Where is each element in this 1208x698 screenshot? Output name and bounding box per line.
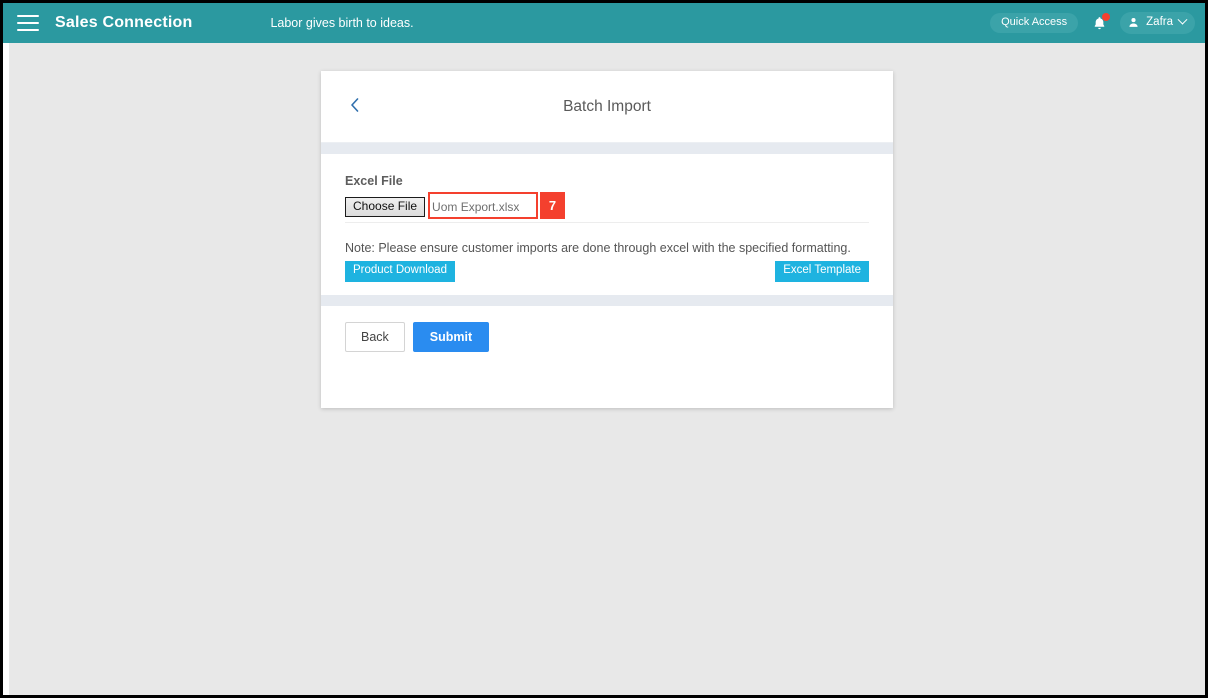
- hamburger-menu-icon[interactable]: [17, 15, 39, 31]
- hamburger-line: [17, 15, 39, 17]
- excel-file-label: Excel File: [345, 174, 403, 188]
- notifications-button[interactable]: [1088, 12, 1111, 34]
- card-body: Excel File Choose File Uom Export.xlsx 7…: [321, 154, 893, 295]
- section-divider-strip: [321, 143, 893, 154]
- selected-file-name: Uom Export.xlsx: [432, 200, 520, 215]
- person-icon: [1129, 18, 1138, 27]
- file-input-row: Choose File Uom Export.xlsx 7: [345, 192, 869, 223]
- import-note-text: Note: Please ensure customer imports are…: [345, 241, 851, 255]
- annotation-step-badge: 7: [540, 192, 565, 219]
- page-workspace: Batch Import Excel File Choose File Uom …: [9, 43, 1205, 695]
- chevron-left-icon: [350, 98, 358, 112]
- back-chevron-icon[interactable]: [344, 95, 364, 115]
- app-brand-title: Sales Connection: [55, 14, 193, 31]
- download-buttons-row: Product Download Excel Template: [345, 261, 869, 282]
- back-button[interactable]: Back: [345, 322, 405, 352]
- app-tagline: Labor gives birth to ideas.: [270, 16, 414, 30]
- footer-divider-strip: [321, 295, 893, 306]
- user-name-label: Zafra: [1146, 15, 1173, 28]
- quick-access-button[interactable]: Quick Access: [990, 13, 1079, 33]
- excel-template-button[interactable]: Excel Template: [775, 261, 869, 282]
- excel-file-input[interactable]: Choose File Uom Export.xlsx: [345, 197, 520, 218]
- app-window: Sales Connection Labor gives birth to id…: [0, 0, 1208, 698]
- submit-button[interactable]: Submit: [412, 322, 490, 352]
- card-header: Batch Import: [321, 71, 893, 143]
- batch-import-card: Batch Import Excel File Choose File Uom …: [321, 71, 893, 408]
- hamburger-line: [17, 29, 39, 31]
- chevron-down-icon: [1177, 14, 1188, 25]
- notification-indicator-dot: [1102, 13, 1111, 21]
- choose-file-button[interactable]: Choose File: [345, 197, 426, 218]
- hamburger-line: [17, 22, 39, 24]
- card-footer: Back Submit: [321, 306, 893, 408]
- user-menu-button[interactable]: Zafra: [1120, 12, 1195, 34]
- page-title: Batch Import: [563, 97, 651, 115]
- top-navigation-bar: Sales Connection Labor gives birth to id…: [3, 3, 1205, 43]
- top-bar-actions: Quick Access Zafra: [990, 3, 1195, 43]
- product-download-button[interactable]: Product Download: [345, 261, 455, 282]
